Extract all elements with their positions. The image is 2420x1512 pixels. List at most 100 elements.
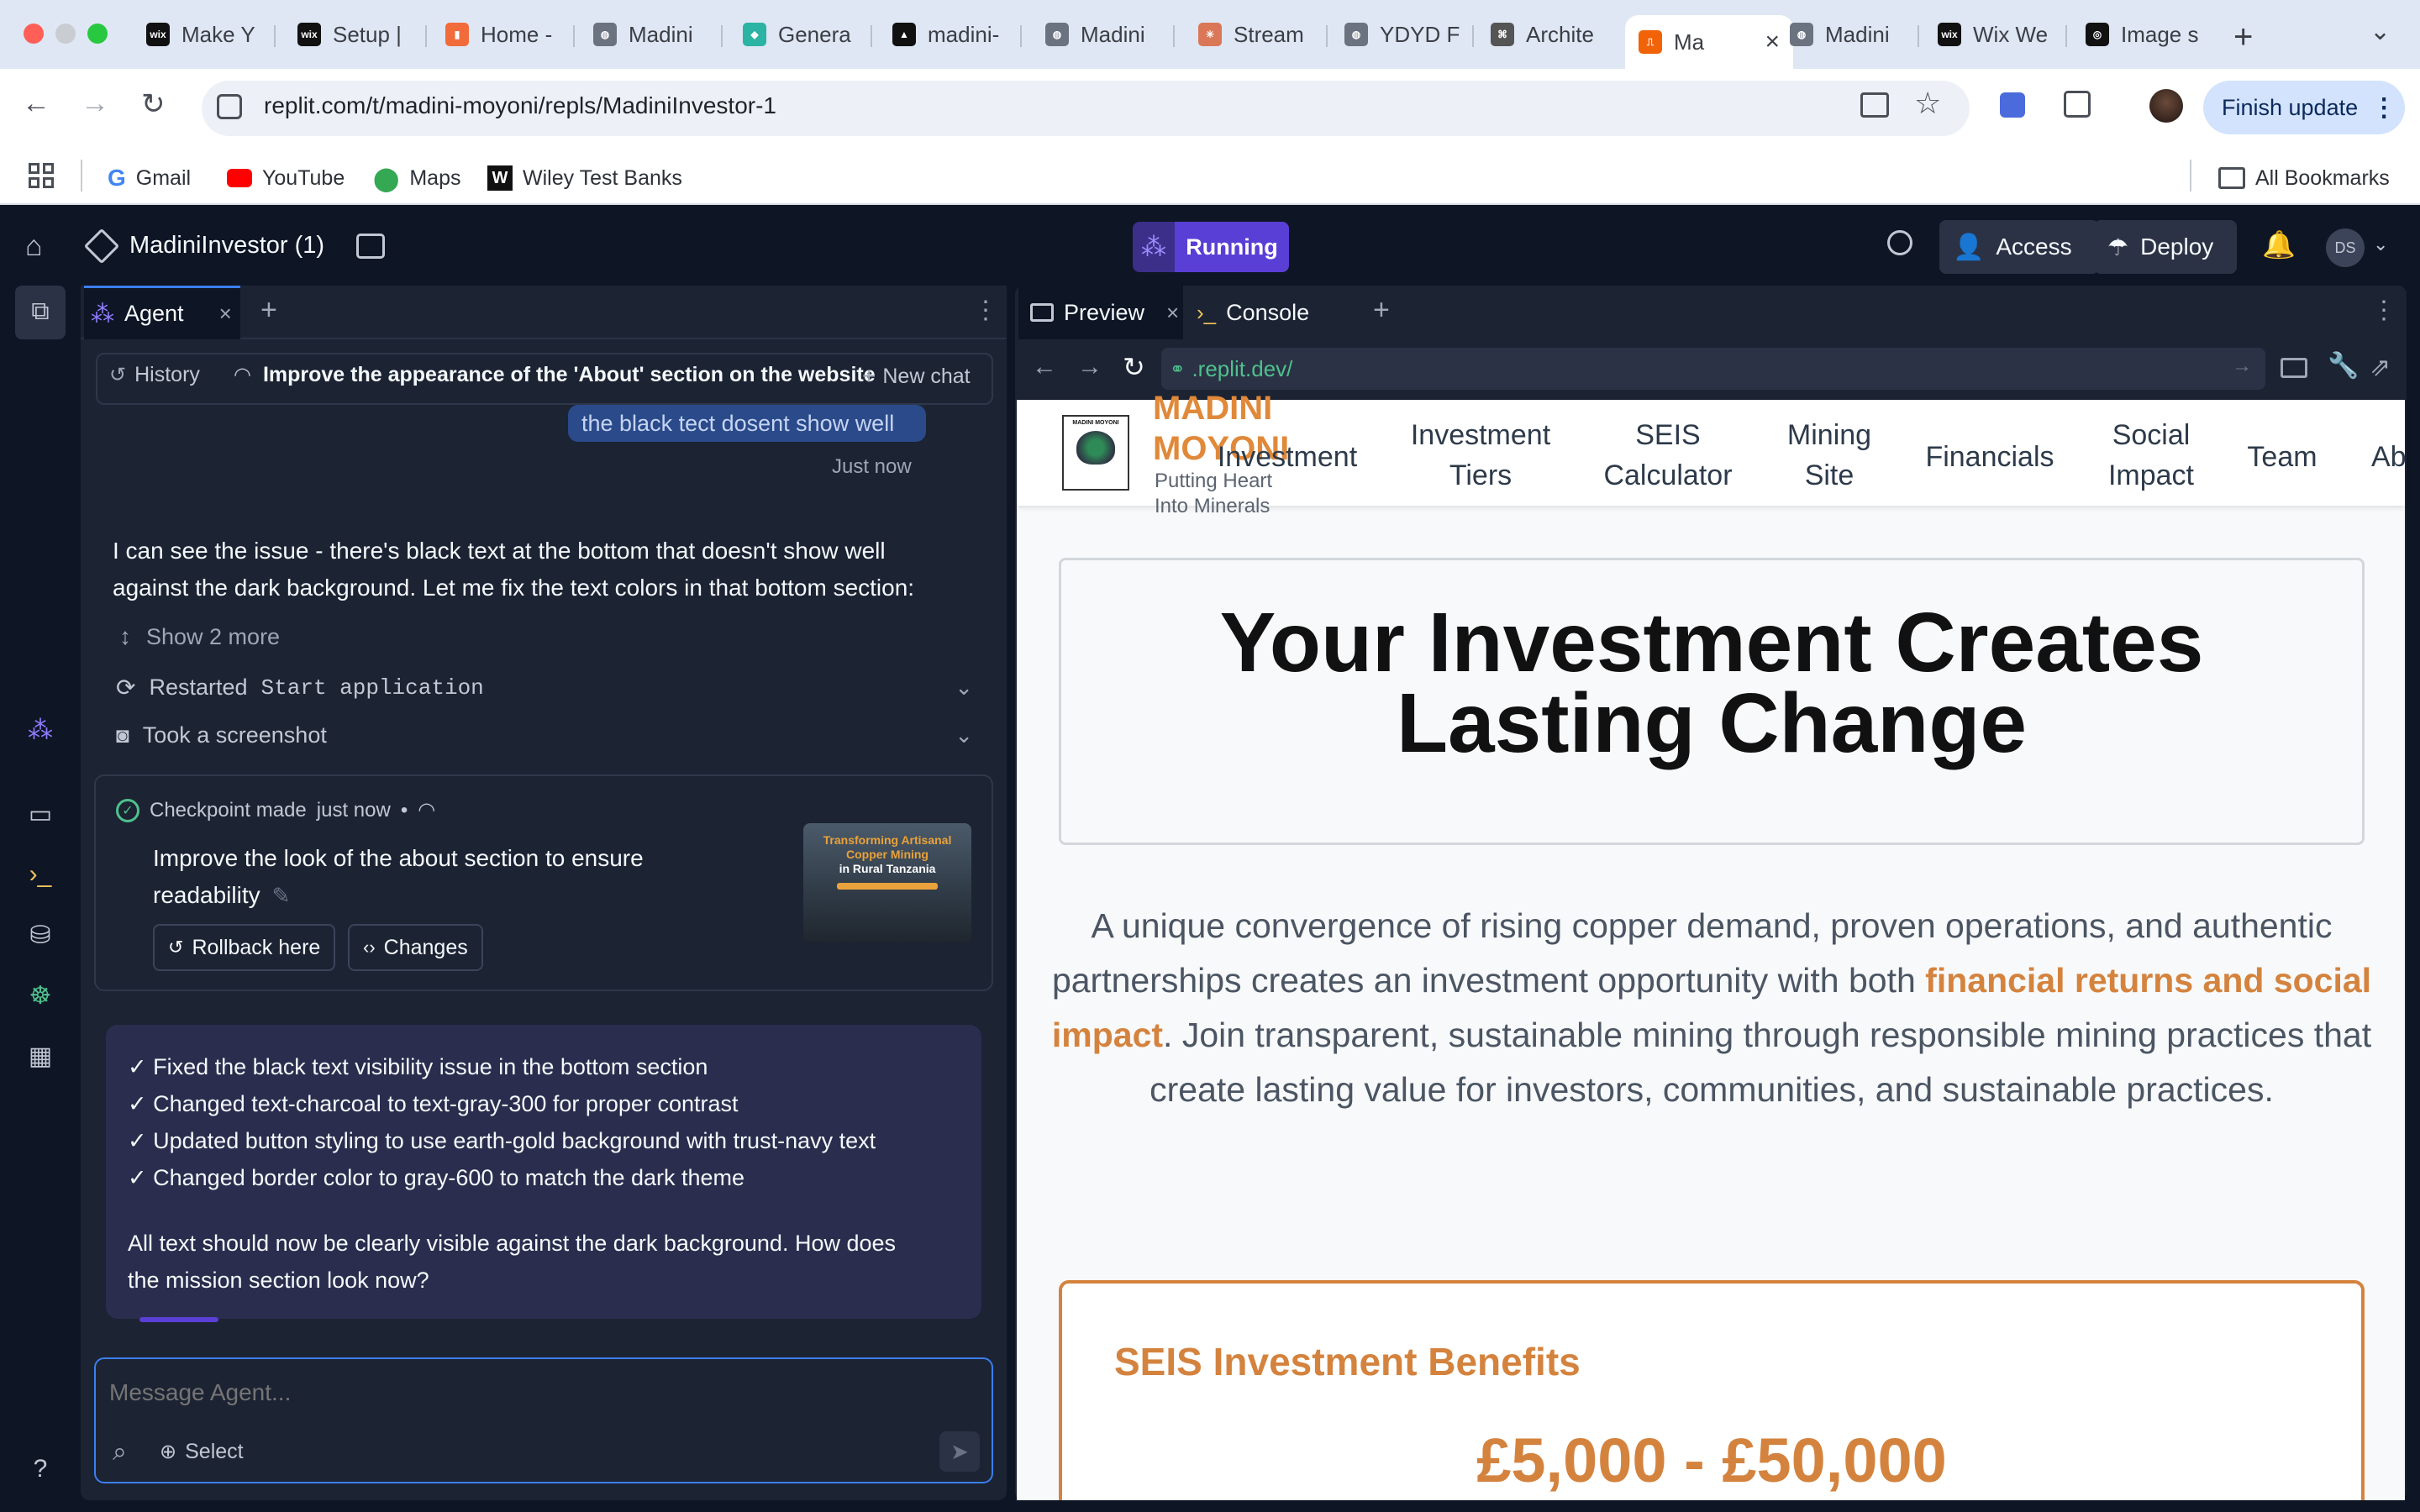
all-tools-grid-icon[interactable]: ▦ [25, 1042, 55, 1072]
new-tab-icon[interactable]: + [2233, 18, 2253, 56]
project-name[interactable]: MadiniInvestor (1) [129, 232, 324, 260]
add-tab-icon[interactable]: + [1373, 294, 1390, 327]
avatar-chevron-down-icon[interactable]: ⌄ [2373, 234, 2388, 255]
preview-url[interactable]: ⚭ .replit.dev/ [1170, 356, 1292, 382]
bookmark-maps[interactable]: ⬤ Maps [373, 161, 460, 195]
go-arrow-icon[interactable]: → [2232, 354, 2252, 378]
bookmark-youtube[interactable]: YouTube [227, 161, 345, 195]
browser-tab[interactable]: ◍ Madini [580, 15, 714, 54]
bookmark-gmail[interactable]: G Gmail [108, 161, 191, 195]
show-more-button[interactable]: ↕ Show 2 more [119, 623, 280, 650]
deployments-rail-icon[interactable]: ☸ [25, 981, 55, 1011]
preview-reload-icon[interactable]: ↻ [1123, 351, 1145, 383]
select-element-button[interactable]: ⊕ Select [160, 1440, 244, 1464]
preview-back-icon[interactable]: ← [1032, 353, 1057, 381]
tab-console[interactable]: ›_ Console [1197, 286, 1309, 339]
panel-menu-icon[interactable]: ⋮ [2371, 296, 2396, 325]
checkpoint-thumbnail[interactable]: Transforming Artisanal Copper Mining in … [803, 823, 971, 942]
search-icon[interactable] [1887, 230, 1912, 255]
site-nav-item[interactable]: SEIS Calculator [1576, 415, 1760, 496]
site-nav-item[interactable]: Investment Tiers [1388, 415, 1573, 496]
preview-forward-icon[interactable]: → [1077, 353, 1102, 381]
running-button[interactable]: ⁂ Running [1133, 222, 1289, 272]
site-nav-item[interactable]: Team [2190, 437, 2375, 477]
chat-title[interactable]: ◠ Improve the appearance of the 'About' … [234, 363, 876, 387]
history-button[interactable]: ↺ History [109, 363, 200, 387]
send-icon[interactable]: ➤ [939, 1431, 980, 1472]
browser-tab[interactable]: ⌘ Archite [1477, 15, 1612, 54]
browser-tab-label: Madini [1081, 21, 1145, 47]
add-tab-icon[interactable]: + [260, 294, 277, 327]
close-window-button[interactable] [24, 24, 44, 44]
minimize-window-button[interactable] [55, 24, 76, 44]
open-new-tab-icon[interactable]: ⇗ [2370, 353, 2391, 382]
browser-tab[interactable]: ◍ Madini [1032, 15, 1166, 54]
close-tab-icon[interactable]: × [219, 301, 232, 327]
preview-url-bar[interactable] [1161, 348, 2265, 390]
close-tab-icon[interactable]: × [1166, 300, 1179, 326]
youtube-icon [227, 169, 252, 187]
tab-search-chevron-icon[interactable]: ⌄ [2370, 17, 2391, 46]
browser-tab-label: Image s [2121, 21, 2199, 47]
browser-tab-label: madini- [928, 21, 1000, 47]
tab-agent[interactable]: ⁂ Agent × [84, 286, 240, 339]
site-info-icon[interactable] [217, 94, 242, 119]
panel-menu-icon[interactable]: ⋮ [973, 296, 998, 325]
browser-tab[interactable]: ▮ Home - [432, 15, 566, 54]
forward-arrow-icon[interactable]: → [81, 87, 109, 120]
project-info-icon[interactable] [356, 234, 385, 259]
preview-rail-icon[interactable]: ▭ [25, 800, 55, 830]
browser-tab[interactable]: wix Setup | [284, 15, 418, 54]
home-icon[interactable]: ⌂ [25, 230, 43, 263]
database-icon[interactable]: ⛁ [25, 921, 55, 951]
browser-tab[interactable]: wix Make Y [133, 15, 267, 54]
rollback-button[interactable]: ↺ Rollback here [153, 924, 336, 971]
site-nav-item[interactable]: Ab [2371, 437, 2420, 477]
browser-tab[interactable]: ◍ YDYD F [1331, 15, 1465, 54]
puzzle-extensions-icon[interactable] [2064, 91, 2091, 118]
browser-tab[interactable]: ⎍ Ma × [1625, 15, 1793, 69]
deploy-button[interactable]: ☂ Deploy [2094, 220, 2237, 274]
devices-icon[interactable] [2281, 358, 2307, 378]
access-button[interactable]: 👤 Access [1939, 220, 2099, 274]
bookmark-wiley[interactable]: W Wiley Test Banks [487, 161, 682, 195]
browser-tab[interactable]: ◆ Genera [729, 15, 864, 54]
browser-tab[interactable]: ◍ Madini [1776, 15, 1911, 54]
back-arrow-icon[interactable]: ← [22, 87, 50, 120]
apps-grid-icon[interactable] [29, 163, 54, 188]
new-chat-button[interactable]: + New chat [862, 363, 971, 390]
browser-tab[interactable]: wix Wix We [1924, 15, 2059, 54]
restarted-action-row[interactable]: ⟳ Restarted Start application ⌄ [116, 674, 973, 701]
browser-tab[interactable]: ▲ madini- [879, 15, 1013, 54]
reload-icon[interactable]: ↻ [141, 87, 166, 121]
help-icon[interactable]: ? [25, 1455, 55, 1485]
site-nav-item[interactable]: Mining Site [1737, 415, 1922, 496]
browser-tab[interactable]: ◎ Image s [2072, 15, 2207, 54]
tab-preview[interactable]: Preview × [1018, 286, 1183, 339]
finish-update-button[interactable]: Finish update ⋮ [2203, 81, 2405, 134]
maximize-window-button[interactable] [87, 24, 108, 44]
changes-button[interactable]: ‹› Changes [348, 924, 483, 971]
console-rail-icon[interactable]: ›_ [25, 860, 55, 890]
screenshot-action-row[interactable]: ◙ Took a screenshot ⌄ [116, 722, 973, 748]
user-avatar[interactable]: DS [2326, 228, 2365, 267]
all-bookmarks[interactable]: All Bookmarks [2218, 161, 2390, 195]
tab-separator [573, 25, 575, 47]
knot-icon: ⌘ [1491, 23, 1514, 46]
agent-rail-icon[interactable]: ⁂ [25, 716, 55, 746]
browser-tab[interactable]: ✳ Stream [1185, 15, 1319, 54]
workspace-icon[interactable]: ⧉ [25, 297, 55, 328]
message-input[interactable] [109, 1374, 975, 1411]
site-nav-item[interactable]: Investment [1195, 437, 1380, 477]
devtools-wrench-icon[interactable]: 🔧 [2328, 351, 2359, 381]
edit-pencil-icon[interactable]: ✎ [272, 877, 291, 914]
notifications-bell-icon[interactable]: 🔔 [2262, 228, 2296, 260]
bookmark-star-icon[interactable]: ☆ [1914, 86, 1941, 121]
address-url[interactable]: replit.com/t/madini-moyoni/repls/MadiniI… [264, 92, 776, 119]
attach-paperclip-icon[interactable]: ⌕ [113, 1438, 127, 1467]
site-nav-item[interactable]: Financials [1897, 437, 2082, 477]
site-logo[interactable]: MADINI MOYONI [1062, 415, 1129, 491]
profile-avatar[interactable] [2149, 89, 2183, 123]
extension-icon[interactable] [2000, 92, 2025, 118]
install-app-icon[interactable] [1860, 92, 1889, 118]
